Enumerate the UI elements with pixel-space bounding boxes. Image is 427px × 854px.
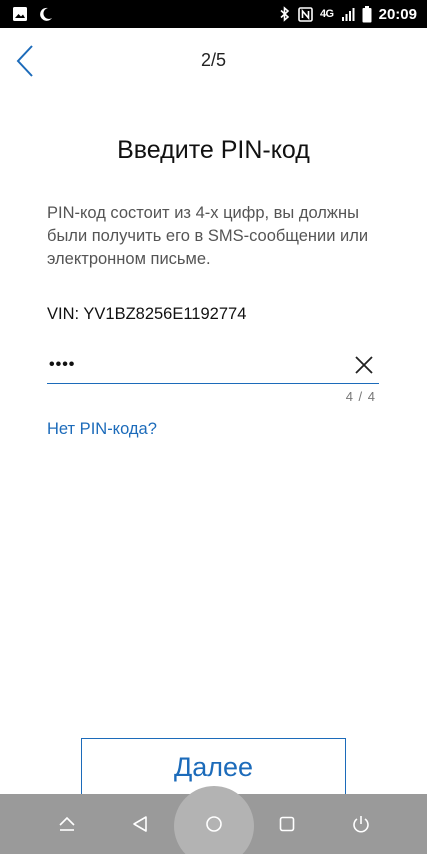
home-circle-icon	[206, 816, 222, 832]
page-title: Введите PIN-код	[117, 136, 310, 164]
image-icon	[12, 6, 28, 22]
nav-back-button[interactable]	[115, 794, 165, 854]
step-indicator: 2/5	[200, 50, 227, 70]
vin-label: VIN: YV1BZ8256E1192774	[47, 305, 247, 323]
collapse-button[interactable]	[42, 794, 92, 854]
clear-button[interactable]	[351, 352, 377, 378]
status-bar: 4G 20:09	[0, 0, 427, 28]
status-time: 20:09	[378, 5, 417, 23]
status-right: 4G 20:09	[279, 5, 417, 23]
no-pin-link[interactable]: Нет PIN-кода?	[47, 420, 157, 439]
battery-icon	[362, 5, 372, 23]
recents-square-icon	[279, 816, 295, 832]
screen: 4G 20:09 2/5 Введите PIN-код PIN-код сос…	[0, 0, 427, 854]
header: 2/5	[0, 28, 427, 92]
back-triangle-icon	[133, 816, 147, 832]
status-left	[12, 6, 54, 22]
collapse-icon	[59, 816, 75, 831]
moon-icon	[38, 6, 54, 22]
description-text: PIN-код состоит из 4-х цифр, вы должны б…	[47, 204, 369, 268]
nfc-icon	[298, 6, 313, 22]
nav-home-button[interactable]	[189, 794, 239, 854]
pin-input[interactable]	[49, 350, 339, 380]
nav-bar	[0, 786, 427, 854]
close-icon	[355, 356, 373, 374]
pin-field	[47, 348, 379, 384]
nav-recents-button[interactable]	[262, 794, 312, 854]
power-icon	[353, 816, 369, 833]
network-type: 4G	[319, 8, 334, 20]
bluetooth-icon	[279, 6, 291, 22]
signal-icon	[341, 7, 355, 22]
pin-counter: 4 / 4	[345, 389, 376, 404]
power-button[interactable]	[336, 794, 386, 854]
